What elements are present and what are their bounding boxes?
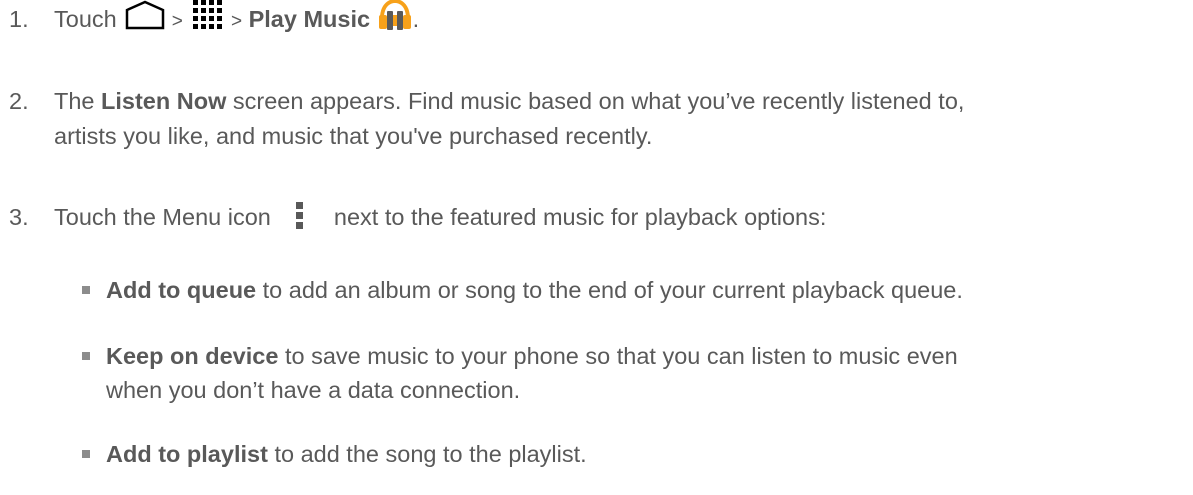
separator: > bbox=[171, 11, 183, 32]
step-number: 1. bbox=[9, 6, 29, 32]
step-text-post: screen appears. Find music based on what… bbox=[232, 88, 965, 114]
instruction-document: 1. Touch > > Play Music . 2. The Listen … bbox=[0, 0, 1193, 495]
option-text: Keep on device to save music to your pho… bbox=[106, 341, 958, 372]
step-text: Touch the Menu icon next to the featured… bbox=[54, 201, 1193, 233]
step-text-touch: Touch bbox=[54, 6, 117, 32]
play-music-headphones-icon bbox=[378, 0, 411, 30]
option-label: Add to playlist bbox=[106, 441, 268, 467]
play-music-label: Play Music bbox=[248, 6, 371, 32]
option-description-line2: when you don’t have a data connection. bbox=[106, 377, 521, 403]
step-text-pre: Touch the Menu icon bbox=[54, 204, 271, 230]
step-text-pre: The bbox=[54, 88, 95, 114]
step-text: The Listen Now screen appears. Find musi… bbox=[54, 86, 1193, 152]
option-description: to add an album or song to the end of yo… bbox=[262, 277, 963, 303]
step-text-line: artists you like, and music that you've … bbox=[54, 123, 653, 149]
step-text: Touch > > Play Music . bbox=[54, 0, 1193, 37]
step-text-line: The Listen Now screen appears. Find musi… bbox=[54, 86, 1193, 117]
bullet-square-icon bbox=[82, 286, 90, 294]
option-description: to save music to your phone so that you … bbox=[284, 343, 958, 369]
option-description: to add the song to the playlist. bbox=[274, 441, 587, 467]
bullet-square-icon bbox=[82, 352, 90, 360]
option-text: Add to playlist to add the song to the p… bbox=[106, 439, 587, 470]
bullet-square-icon bbox=[82, 450, 90, 458]
step-end: . bbox=[412, 6, 420, 32]
menu-dots-icon bbox=[296, 201, 304, 229]
home-icon bbox=[126, 0, 165, 30]
listen-now-label: Listen Now bbox=[101, 88, 227, 114]
apps-grid-icon bbox=[193, 0, 223, 29]
option-text: Add to queue to add an album or song to … bbox=[106, 275, 963, 306]
option-label: Keep on device bbox=[106, 343, 279, 369]
separator: > bbox=[230, 11, 243, 32]
step-number: 3. bbox=[9, 204, 29, 230]
step-text-post: next to the featured music for playback … bbox=[333, 204, 827, 230]
option-label: Add to queue bbox=[106, 277, 257, 303]
step-number: 2. bbox=[9, 88, 29, 114]
